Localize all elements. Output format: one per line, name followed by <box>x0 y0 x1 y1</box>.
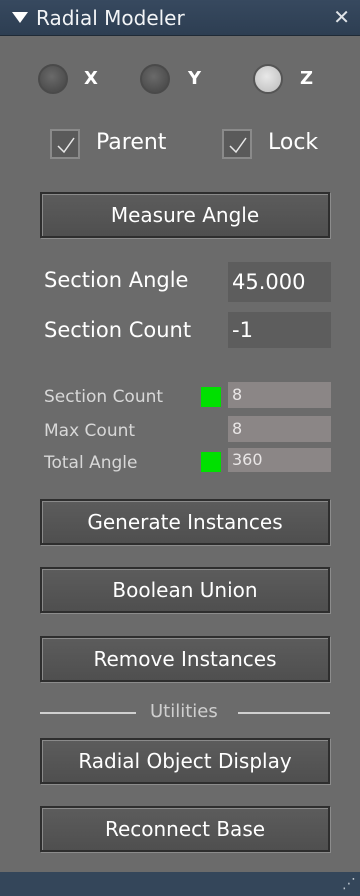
section-angle-field[interactable]: 45.000 <box>228 262 331 302</box>
separator-line <box>40 712 136 714</box>
section-count-field[interactable]: -1 <box>228 312 331 348</box>
collapse-arrow-icon[interactable] <box>12 10 28 24</box>
reconnect-base-button[interactable]: Reconnect Base <box>40 806 330 852</box>
resize-grip-icon[interactable]: ⋰ <box>342 876 356 892</box>
checkmark-icon <box>229 137 247 154</box>
window-titlebar[interactable]: Radial Modeler ✕ <box>0 0 360 36</box>
parent-label: Parent <box>96 130 167 155</box>
stat-section-count-label: Section Count <box>44 387 164 407</box>
utilities-separator-label: Utilities <box>150 701 218 722</box>
stat-max-count-label: Max Count <box>44 421 136 441</box>
parent-checkbox[interactable] <box>50 129 80 159</box>
section-angle-label: Section Angle <box>44 268 189 292</box>
close-icon[interactable]: ✕ <box>333 6 350 28</box>
status-indicator <box>201 452 221 472</box>
stat-total-angle-value: 360 <box>228 448 331 472</box>
stat-total-angle-label: Total Angle <box>44 453 138 473</box>
axis-x-label: X <box>84 68 98 89</box>
separator-line <box>238 712 330 714</box>
axis-y-radio[interactable] <box>140 64 170 94</box>
section-count-label: Section Count <box>44 318 192 342</box>
checkmark-icon <box>57 137 75 154</box>
window-title: Radial Modeler <box>36 6 185 30</box>
axis-x-radio[interactable] <box>38 64 68 94</box>
stat-max-count-value: 8 <box>228 416 331 442</box>
axis-y-label: Y <box>188 68 202 89</box>
stat-section-count-value: 8 <box>228 382 331 408</box>
remove-instances-button[interactable]: Remove Instances <box>40 636 330 682</box>
measure-angle-button[interactable]: Measure Angle <box>40 192 330 238</box>
lock-label: Lock <box>268 130 319 155</box>
radial-object-display-button[interactable]: Radial Object Display <box>40 738 330 784</box>
lock-checkbox[interactable] <box>222 129 252 159</box>
window-bottom-bar: ⋰ <box>0 872 360 896</box>
generate-instances-button[interactable]: Generate Instances <box>40 499 330 545</box>
radial-modeler-panel: X Y Z Parent Lock Measure Angle Section … <box>0 36 360 872</box>
status-indicator <box>201 387 221 407</box>
axis-z-radio[interactable] <box>253 64 283 94</box>
axis-z-label: Z <box>300 68 314 89</box>
boolean-union-button[interactable]: Boolean Union <box>40 567 330 613</box>
